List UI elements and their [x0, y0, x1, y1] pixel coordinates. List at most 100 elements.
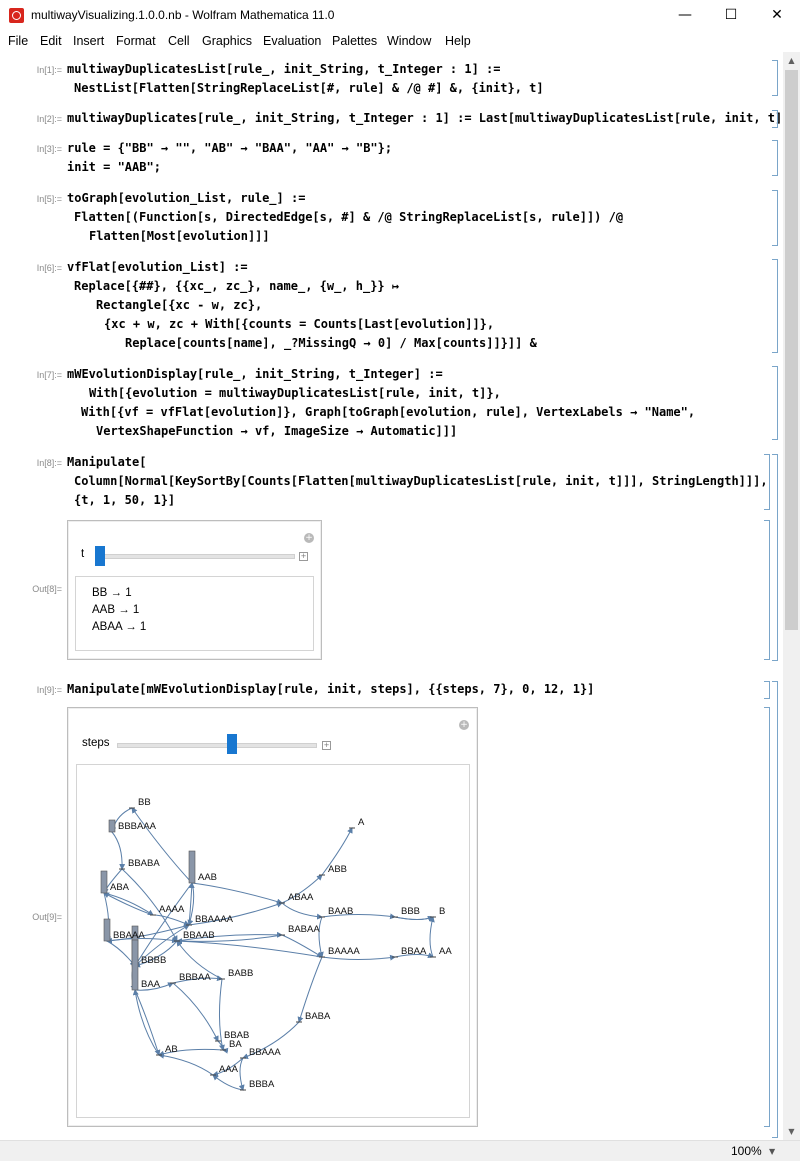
menu-help[interactable]: Help: [445, 34, 471, 48]
code-line: Flatten[(Function[s, DirectedEdge[s, #] …: [74, 210, 624, 224]
code-line: toGraph[evolution_List, rule_] :=: [67, 191, 306, 205]
code-line: {xc + w, zc + With[{counts = Counts[Last…: [104, 317, 495, 331]
cell-label-out9: Out[9]=: [32, 912, 62, 922]
cell-bracket[interactable]: [764, 681, 770, 699]
menu-palettes[interactable]: Palettes: [332, 34, 377, 48]
vertex-label: BBAAAA: [195, 914, 234, 925]
graph-edge: [172, 982, 219, 1042]
graph-edge: [158, 1052, 214, 1076]
slider-thumb-t[interactable]: [95, 546, 105, 566]
vertex-label: BBBB: [141, 955, 166, 966]
cell-bracket[interactable]: [764, 520, 770, 660]
vertex-label: BBAAA: [113, 930, 145, 941]
options-plus-icon[interactable]: +: [459, 720, 469, 730]
graph-edge: [394, 915, 434, 922]
vertex-bar-baa: [131, 939, 139, 991]
notebook-area[interactable]: In[1]:= multiwayDuplicatesList[rule_, in…: [0, 52, 783, 1140]
minimize-button[interactable]: —: [662, 0, 708, 30]
cell-bracket[interactable]: [772, 366, 778, 440]
options-plus-icon[interactable]: +: [304, 533, 314, 543]
vertex-label: BA: [229, 1039, 242, 1050]
zoom-level[interactable]: 100%: [731, 1144, 762, 1158]
graph-edge: [212, 1074, 244, 1091]
menu-graphics[interactable]: Graphics: [202, 34, 252, 48]
close-button[interactable]: ✕: [754, 0, 800, 30]
vertex-label: AAA: [219, 1064, 239, 1075]
menu-format[interactable]: Format: [116, 34, 156, 48]
cell-label-in3: In[3]:=: [36, 144, 62, 154]
vertex-label: BAAAA: [328, 946, 360, 957]
cell-bracket[interactable]: [772, 190, 778, 246]
cell-group-bracket[interactable]: [772, 454, 778, 661]
vertex-label: BABA: [305, 1011, 331, 1022]
graph-edge: [131, 807, 193, 884]
graph-edge: [321, 954, 396, 961]
code-line: vfFlat[evolution_List] :=: [67, 260, 248, 274]
cell-label-in1: In[1]:=: [36, 65, 62, 75]
cell-label-in9: In[9]:=: [36, 685, 62, 695]
vertex-label: B: [439, 906, 445, 917]
graph-edge: [428, 916, 435, 958]
code-line: rule = {"BB" → "", "AB" → "BAA", "AA" → …: [67, 141, 393, 155]
vertex-label: ABAA: [288, 892, 314, 903]
code-line: Manipulate[mWEvolutionDisplay[rule, init…: [67, 682, 595, 696]
input-cell-6[interactable]: vfFlat[evolution_List] := Replace[{##}, …: [67, 258, 537, 353]
scroll-up-icon[interactable]: ▲: [783, 52, 800, 69]
menu-cell[interactable]: Cell: [168, 34, 190, 48]
vertex-bar-bbaaa: [103, 918, 111, 942]
scroll-down-icon[interactable]: ▼: [783, 1123, 800, 1140]
mathematica-app-icon: [9, 8, 24, 23]
cell-label-in8: In[8]:=: [36, 458, 62, 468]
vertex-label: ABB: [328, 864, 347, 875]
zoom-dropdown-icon[interactable]: ▼: [769, 1147, 775, 1156]
graph-edge: [106, 940, 136, 967]
vertex-label: BBB: [401, 906, 420, 917]
code-line: NestList[Flatten[StringReplaceList[#, ru…: [74, 81, 544, 95]
input-cell-5[interactable]: toGraph[evolution_List, rule_] := Flatte…: [67, 189, 623, 246]
vertical-scrollbar[interactable]: ▲ ▼: [783, 52, 800, 1140]
cell-bracket[interactable]: [764, 707, 770, 1127]
cell-label-in6: In[6]:=: [36, 263, 62, 273]
input-cell-1[interactable]: multiwayDuplicatesList[rule_, init_Strin…: [67, 60, 544, 98]
vertex-label: BBAAA: [249, 1047, 281, 1058]
scrollbar-thumb[interactable]: [785, 70, 798, 630]
menu-window[interactable]: Window: [387, 34, 431, 48]
code-line: Replace[counts[name], _?MissingQ → 0] / …: [125, 336, 537, 350]
control-label-steps: steps: [82, 737, 110, 749]
cell-group-bracket[interactable]: [772, 681, 778, 1138]
code-line: Rectangle[{xc - w, zc},: [96, 298, 263, 312]
graph-edge: [152, 914, 190, 926]
slider-thumb-steps[interactable]: [227, 734, 237, 754]
graph-edge: [111, 831, 126, 870]
graph-edge: [281, 902, 323, 920]
cell-bracket[interactable]: [764, 454, 770, 510]
slider-track-steps[interactable]: [117, 743, 317, 748]
input-cell-8[interactable]: Manipulate[ Column[Normal[KeySortBy[Coun…: [67, 453, 768, 510]
vertex-label: BABAA: [288, 924, 320, 935]
manipulate-panel-t: + t + BB → 1 AAB → 1 ABAA → 1: [67, 520, 322, 660]
slider-track-t[interactable]: [95, 554, 295, 559]
multiway-graph: BBBBBAAABBABAABAAABAAAABBAAAABBAAA BBAABB…: [100, 797, 452, 1091]
menu-edit[interactable]: Edit: [40, 34, 62, 48]
cell-bracket[interactable]: [772, 110, 778, 128]
code-line: init = "AAB";: [67, 160, 161, 174]
vertex-label: BBAAB: [183, 930, 215, 941]
cell-bracket[interactable]: [772, 140, 778, 176]
code-line: With[{vf = vfFlat[evolution]}, Graph[toG…: [81, 405, 696, 419]
input-cell-3[interactable]: rule = {"BB" → "", "AB" → "BAA", "AA" → …: [67, 139, 392, 177]
maximize-button[interactable]: ☐: [708, 0, 754, 30]
cell-bracket[interactable]: [772, 259, 778, 353]
input-cell-7[interactable]: mWEvolutionDisplay[rule_, init_String, t…: [67, 365, 695, 441]
slider-expand-icon[interactable]: +: [299, 552, 308, 561]
count-row: AAB → 1: [92, 604, 140, 616]
menu-evaluation[interactable]: Evaluation: [263, 34, 321, 48]
input-cell-2[interactable]: multiwayDuplicates[rule_, init_String, t…: [67, 109, 783, 128]
input-cell-9[interactable]: Manipulate[mWEvolutionDisplay[rule, init…: [67, 680, 594, 699]
cell-label-in2: In[2]:=: [36, 114, 62, 124]
menu-file[interactable]: File: [8, 34, 28, 48]
vertex-label: BBBAA: [179, 972, 211, 983]
menu-insert[interactable]: Insert: [73, 34, 104, 48]
cell-bracket[interactable]: [772, 60, 778, 96]
slider-expand-icon[interactable]: +: [322, 741, 331, 750]
vertex-bar-aab: [188, 850, 196, 884]
